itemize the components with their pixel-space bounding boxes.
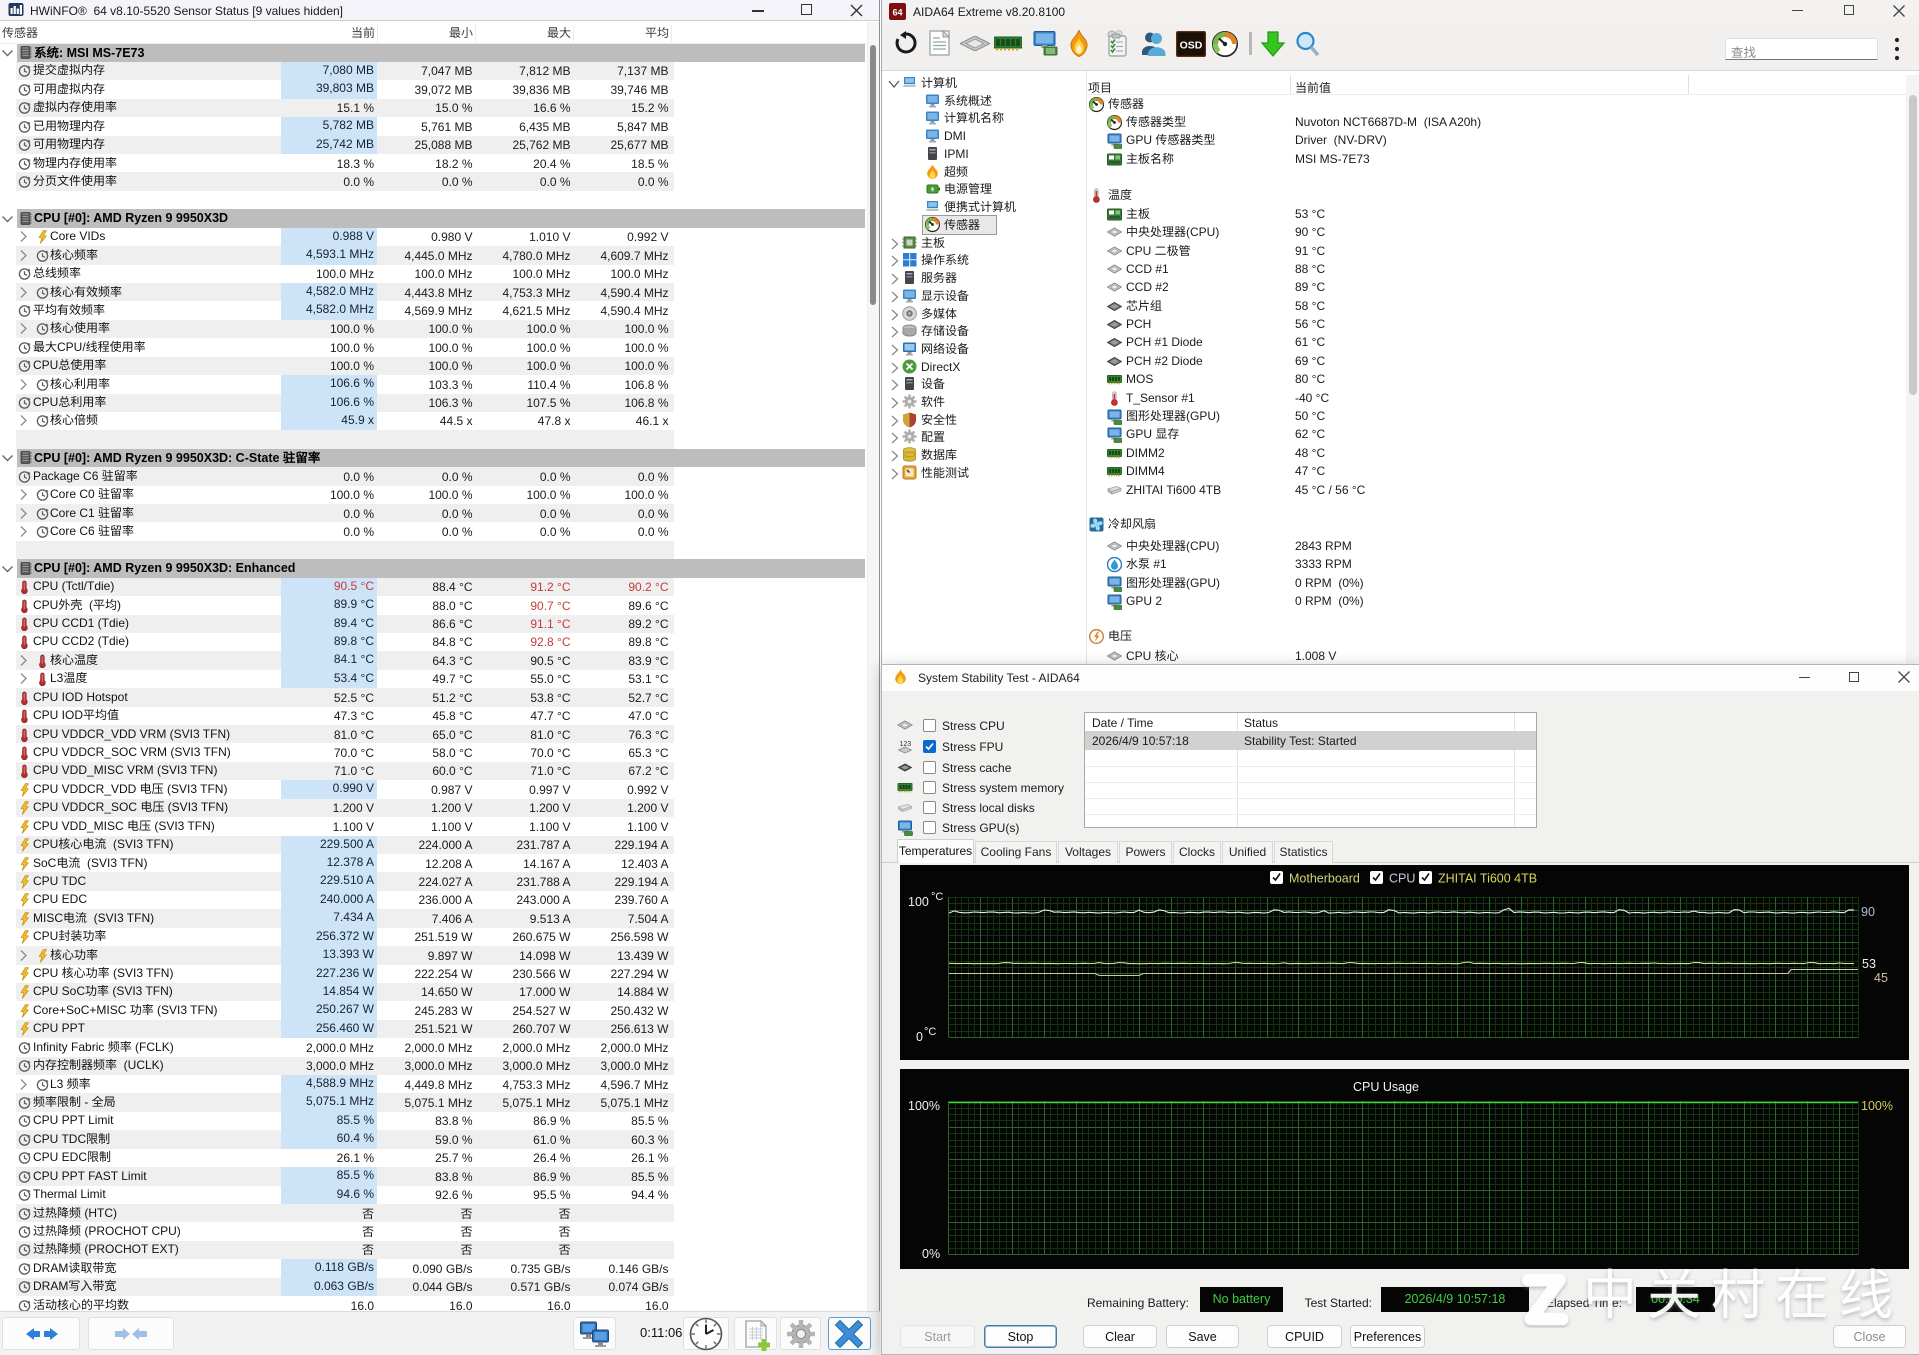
svg-text:CPU Usage: CPU Usage <box>1353 1080 1419 1094</box>
svg-text:45: 45 <box>1874 971 1888 985</box>
svg-text:0%: 0% <box>922 1247 940 1261</box>
svg-text:53: 53 <box>1862 957 1876 971</box>
svg-text:OSD: OSD <box>1180 40 1203 52</box>
svg-text:ZHITAI Ti600 4TB: ZHITAI Ti600 4TB <box>1438 872 1537 886</box>
svg-text:64: 64 <box>892 7 902 17</box>
svg-text:CPU: CPU <box>1389 872 1415 886</box>
svg-text:°C: °C <box>931 891 943 903</box>
svg-text:100%: 100% <box>1861 1099 1893 1113</box>
svg-text:90: 90 <box>1861 905 1875 919</box>
svg-text:0: 0 <box>916 1030 923 1044</box>
svg-text:°C: °C <box>924 1026 936 1038</box>
svg-text:100%: 100% <box>908 1099 940 1113</box>
svg-text:100: 100 <box>908 895 929 909</box>
svg-text:Motherboard: Motherboard <box>1289 872 1360 886</box>
